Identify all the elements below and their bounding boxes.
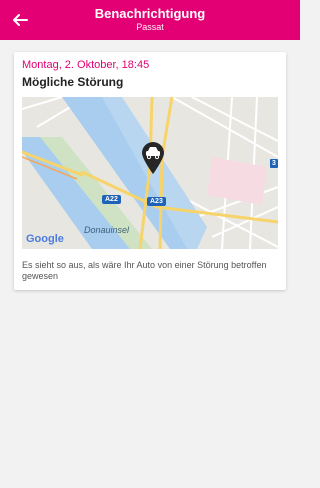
road-label-a23: A23 — [147, 197, 166, 206]
header-titles: Benachrichtigung Passat — [0, 6, 300, 33]
app-header: Benachrichtigung Passat — [0, 0, 300, 40]
car-pin-icon — [142, 142, 164, 174]
notification-description: Es sieht so aus, als wäre Ihr Auto von e… — [22, 260, 267, 281]
car-location-pin[interactable] — [140, 141, 166, 175]
header-title: Benachrichtigung — [94, 6, 206, 21]
map-view[interactable]: A22 A23 3 Donauinsel Google — [22, 97, 278, 249]
road-label-a22: A22 — [102, 195, 121, 204]
road-badge: 3 — [270, 159, 278, 168]
notification-card[interactable]: Montag, 2. Oktober, 18:45 Mögliche Störu… — [14, 52, 286, 290]
header-subtitle: Passat — [136, 22, 164, 32]
notification-date: Montag, 2. Oktober, 18:45 — [22, 59, 150, 71]
google-logo: Google — [26, 233, 64, 245]
area-label-donauinsel: Donauinsel — [84, 225, 130, 235]
notification-title: Mögliche Störung — [22, 75, 124, 89]
